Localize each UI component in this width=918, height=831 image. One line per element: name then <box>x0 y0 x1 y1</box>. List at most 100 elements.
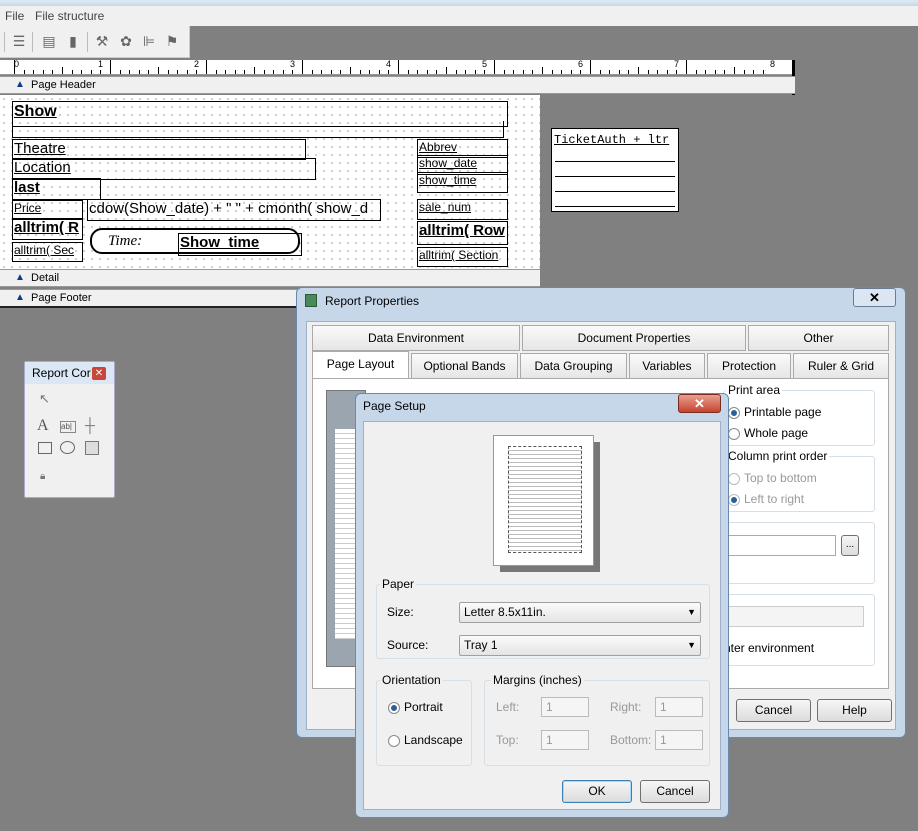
color-palette-icon[interactable]: ✿ <box>117 32 135 50</box>
ruler-tick <box>628 70 630 74</box>
lock-icon[interactable]: 🔒︎ <box>40 471 45 482</box>
font-group: ... <box>723 522 875 584</box>
field-tool-icon[interactable]: ab| <box>60 421 76 433</box>
ticketauth-field-box[interactable]: TicketAuth + ltr <box>551 128 679 212</box>
label-tool-icon[interactable]: A <box>37 417 49 435</box>
report-controls-toolbar[interactable]: Report Cor ✕ ↖ A ab| ┼ 🔒︎ <box>24 361 115 498</box>
field-cdow-expression[interactable]: cdow(Show_date) + " " + cmonth( show_d <box>87 199 381 221</box>
ruler-number: 8 <box>770 59 776 69</box>
landscape-label: Landscape <box>404 733 463 747</box>
left-to-right-radio[interactable] <box>728 494 740 506</box>
ruler-tick <box>244 70 246 74</box>
right-margin-label: Right: <box>610 700 642 714</box>
ruler-tick <box>186 70 188 74</box>
palette-titlebar[interactable]: Report Cor ✕ <box>25 362 114 384</box>
field-last[interactable]: last <box>12 178 101 200</box>
ruler-tick <box>273 70 275 74</box>
menu-file-structure[interactable]: File structure <box>35 9 104 23</box>
size-label: Size: <box>387 605 414 619</box>
field-location[interactable]: Location <box>12 158 316 180</box>
collapse-triangle-icon[interactable]: ▲ <box>15 79 25 90</box>
ruler-tick <box>292 70 294 74</box>
toolbar: ☰ ▤ ▮ ⚒ ✿ ⊫ ⚑ <box>0 26 190 58</box>
field-show-time[interactable]: show_time <box>417 172 508 193</box>
ok-button[interactable]: OK <box>562 780 632 803</box>
band-detail[interactable]: ▲ Detail <box>0 269 540 287</box>
rounded-rectangle-tool-icon[interactable] <box>60 441 75 454</box>
ruler-tick <box>666 70 668 74</box>
ruler-tick <box>388 70 390 74</box>
whole-page-radio[interactable] <box>728 428 740 440</box>
tab-ruler-grid[interactable]: Ruler & Grid <box>793 353 889 379</box>
top-to-bottom-radio[interactable] <box>728 473 740 485</box>
tab-variables[interactable]: Variables <box>629 353 705 379</box>
ruler-tick <box>484 70 486 74</box>
ruler-tick <box>378 70 380 74</box>
field-alltrim-row[interactable]: alltrim( Row <box>417 221 508 245</box>
field-theatre[interactable]: Theatre <box>12 139 306 160</box>
time-rounded-box[interactable]: Time: Show_time <box>90 228 302 256</box>
help-button[interactable]: Help <box>817 699 892 722</box>
field-alltrim-sec[interactable]: alltrim( Sec <box>12 242 83 262</box>
field-price[interactable]: Price <box>12 200 83 220</box>
top-margin-input[interactable]: 1 <box>541 730 589 750</box>
collapse-triangle-icon[interactable]: ▲ <box>15 272 25 283</box>
field-show-time-big[interactable]: Show_time <box>178 233 302 256</box>
ruler-tick <box>369 70 371 74</box>
ruler-tick <box>695 70 697 74</box>
picture-tool-icon[interactable] <box>85 441 99 455</box>
toolbar-separator <box>87 32 88 52</box>
cancel-button[interactable]: Cancel <box>736 699 811 722</box>
right-margin-input[interactable]: 1 <box>655 697 703 717</box>
field-alltrim-section[interactable]: alltrim( Section <box>417 247 508 267</box>
tools-icon[interactable]: ⚒ <box>93 32 111 50</box>
path-input[interactable] <box>724 535 836 556</box>
menu-file[interactable]: File <box>5 9 24 23</box>
source-select[interactable]: Tray 1 ▼ <box>459 635 701 656</box>
browse-button[interactable]: ... <box>841 535 859 556</box>
ruler-tick <box>465 70 467 74</box>
view-icon[interactable]: ▤ <box>40 32 58 50</box>
tab-optional-bands[interactable]: Optional Bands <box>411 353 518 379</box>
ruler-tick <box>129 70 131 74</box>
page-header-area[interactable]: Show Theatre Location last Price cdow(Sh… <box>0 95 540 270</box>
time-label: Time: <box>108 233 143 249</box>
ruler-tick <box>311 70 313 74</box>
field-alltrim-r[interactable]: alltrim( R <box>12 218 83 240</box>
line-tool-icon[interactable]: ┼ <box>85 417 95 433</box>
ruler-tick <box>724 70 726 74</box>
field-sale-num[interactable]: sale_num <box>417 199 508 220</box>
size-select[interactable]: Letter 8.5x11in. ▼ <box>459 602 701 623</box>
printable-page-radio[interactable] <box>728 407 740 419</box>
tab-protection[interactable]: Protection <box>707 353 791 379</box>
align-icon[interactable]: ⊫ <box>140 32 158 50</box>
bottom-margin-input[interactable]: 1 <box>655 730 703 750</box>
environment-input[interactable] <box>724 606 864 627</box>
rectangle-tool-icon[interactable] <box>38 442 52 454</box>
collapse-triangle-icon[interactable]: ▲ <box>15 292 25 303</box>
pointer-icon[interactable]: ↖ <box>39 391 50 407</box>
outline-icon[interactable]: ☰ <box>10 32 28 50</box>
tab-data-environment[interactable]: Data Environment <box>312 325 520 351</box>
cancel-button[interactable]: Cancel <box>640 780 710 803</box>
field-ticketauth[interactable]: TicketAuth + ltr <box>554 133 669 147</box>
tab-document-properties[interactable]: Document Properties <box>522 325 746 351</box>
close-button[interactable]: ✕ <box>853 288 896 307</box>
field-show-underline[interactable] <box>12 121 504 138</box>
close-button[interactable]: ✕ <box>678 394 721 413</box>
dialog-title: Page Setup <box>363 399 426 413</box>
left-margin-input[interactable]: 1 <box>541 697 589 717</box>
ruler-tick <box>734 67 735 74</box>
tab-data-grouping[interactable]: Data Grouping <box>520 353 627 379</box>
close-icon[interactable]: ✕ <box>92 367 106 380</box>
field-line <box>555 161 675 162</box>
layout-icon[interactable]: ⚑ <box>163 32 181 50</box>
dialog-app-icon <box>305 294 317 307</box>
tab-other[interactable]: Other <box>748 325 889 351</box>
portrait-radio[interactable] <box>388 702 400 714</box>
landscape-radio[interactable] <box>388 735 400 747</box>
ruler-tick <box>33 70 35 74</box>
tab-page-layout[interactable]: Page Layout <box>312 351 409 379</box>
band-page-header[interactable]: ▲ Page Header <box>0 76 795 94</box>
document-icon[interactable]: ▮ <box>64 32 82 50</box>
